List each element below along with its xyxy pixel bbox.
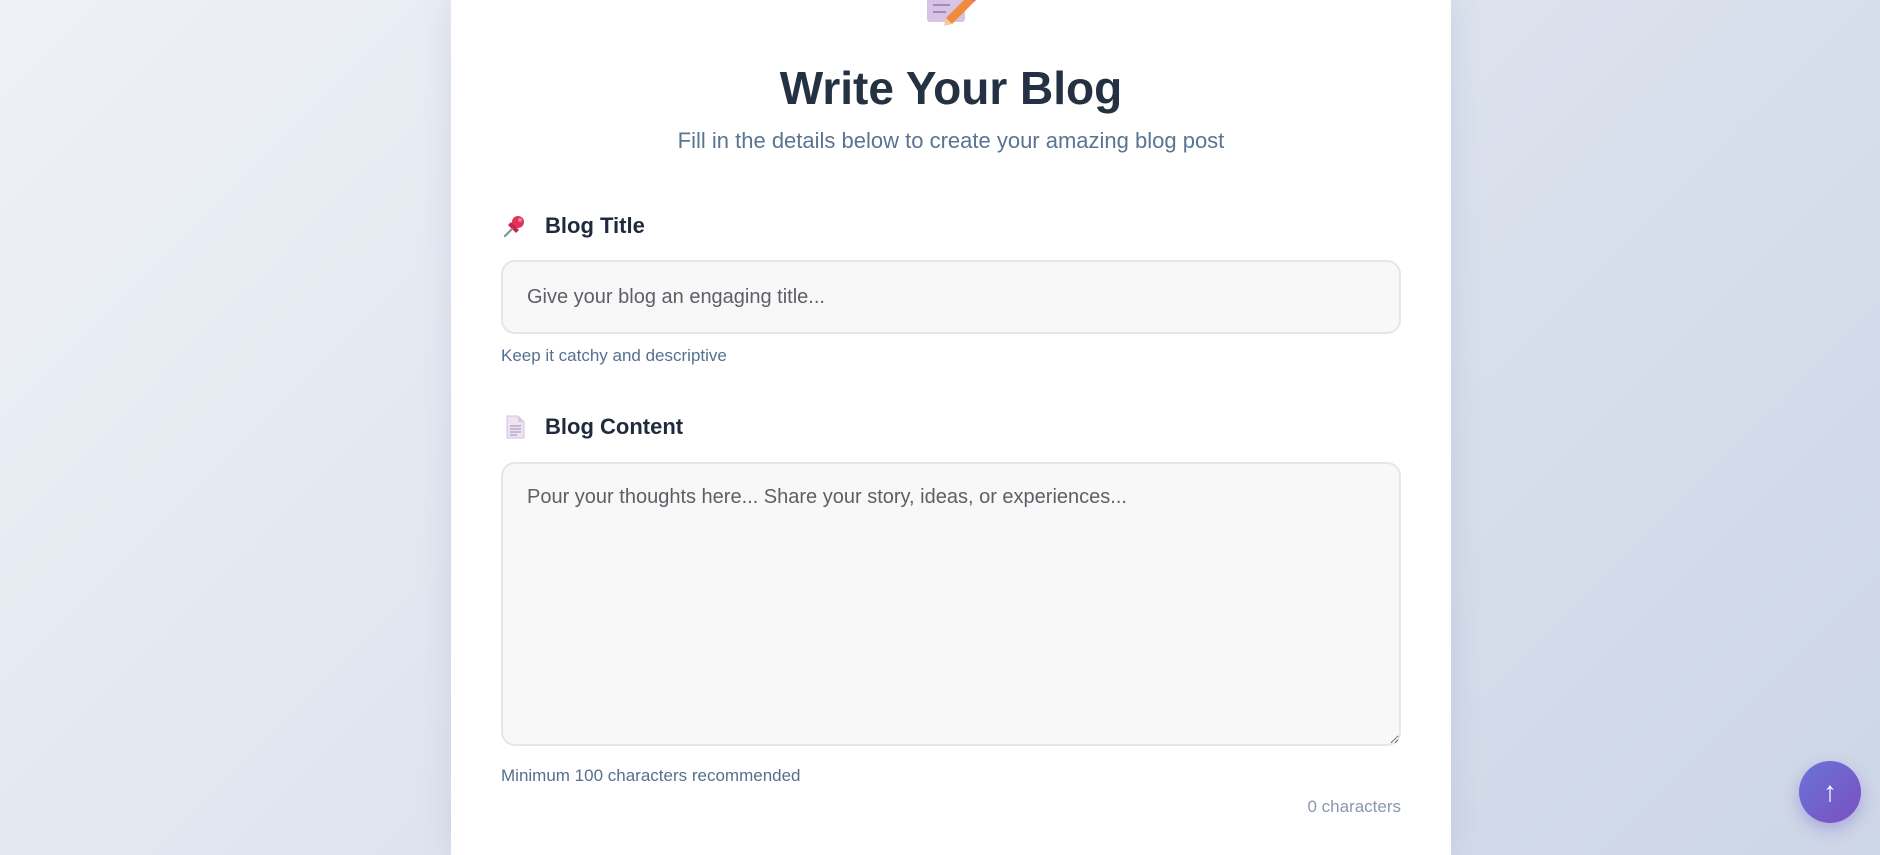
- pushpin-icon: [501, 212, 529, 240]
- blog-content-hint: Minimum 100 characters recommended: [501, 766, 801, 785]
- page-title: Write Your Blog: [779, 62, 1123, 114]
- document-icon: [501, 413, 529, 441]
- blog-content-label: Blog Content: [501, 412, 683, 442]
- blog-title-label: Blog Title: [501, 211, 645, 241]
- memo-pencil-icon: [927, 0, 976, 26]
- blog-title-input[interactable]: [501, 260, 1401, 334]
- page-subtitle: Fill in the details below to create your…: [677, 128, 1225, 153]
- blog-form-card: Write Your Blog Fill in the details belo…: [451, 0, 1451, 855]
- arrow-up-icon: ↑: [1823, 776, 1837, 807]
- blog-title-label-text: Blog Title: [545, 213, 645, 238]
- scroll-to-top-button[interactable]: ↑: [1799, 761, 1861, 823]
- character-count: 0 characters: [1307, 797, 1401, 816]
- blog-content-textarea[interactable]: [501, 462, 1401, 746]
- blog-title-hint: Keep it catchy and descriptive: [501, 346, 727, 365]
- blog-content-label-text: Blog Content: [545, 414, 684, 439]
